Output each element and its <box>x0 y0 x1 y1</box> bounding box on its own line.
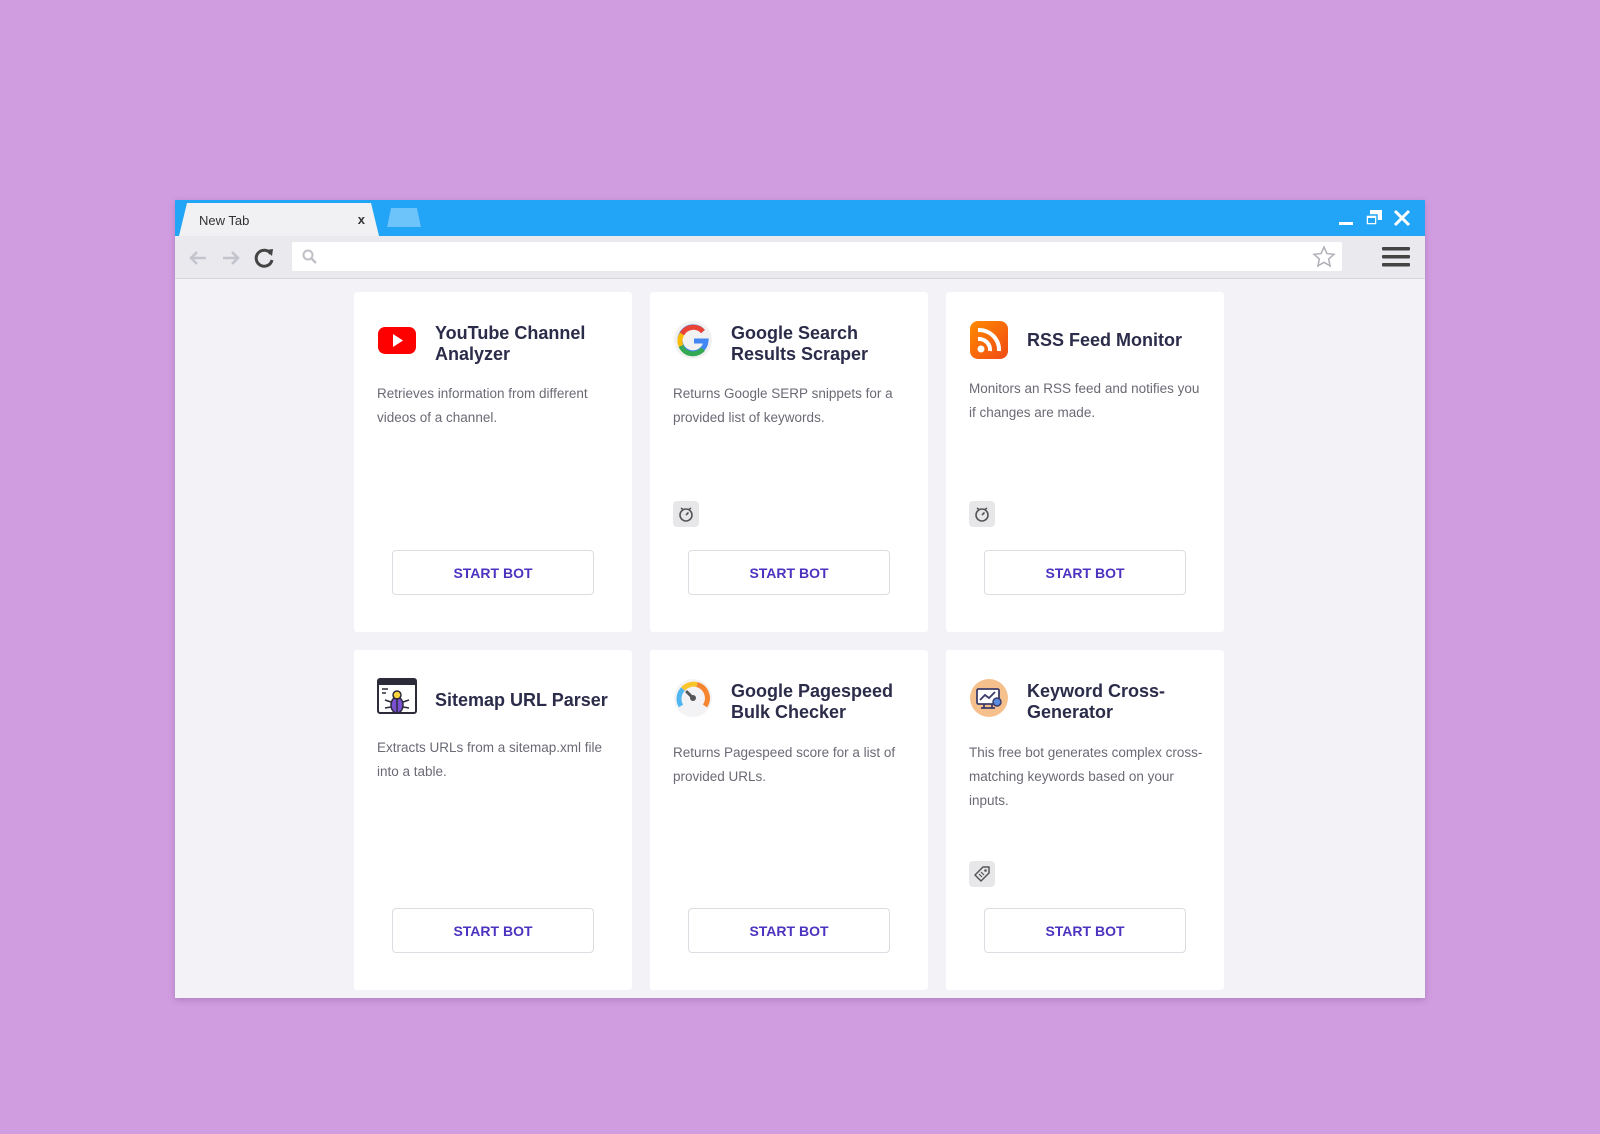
back-arrow-icon[interactable] <box>185 245 211 271</box>
bot-card-rss-feed-monitor: RSS Feed Monitor Monitors an RSS feed an… <box>946 292 1224 632</box>
bot-card-google-pagespeed-bulk-checker: Google Pagespeed Bulk Checker Returns Pa… <box>650 650 928 990</box>
star-icon[interactable] <box>1312 245 1336 269</box>
search-icon <box>302 249 317 264</box>
start-bot-button[interactable]: START BOT <box>392 550 594 595</box>
start-bot-button[interactable]: START BOT <box>688 908 890 953</box>
stopwatch-badge <box>969 501 995 527</box>
card-description: This free bot generates complex cross-ma… <box>969 745 1203 808</box>
maximize-icon[interactable] <box>1363 207 1385 229</box>
stopwatch-icon <box>975 507 989 522</box>
card-title: YouTube Channel Analyzer <box>435 323 586 364</box>
browser-toolbar <box>175 236 1425 279</box>
forward-arrow-icon[interactable] <box>218 245 244 271</box>
card-description: Extracts URLs from a sitemap.xml file in… <box>377 740 603 779</box>
bot-card-keyword-cross-generator: Keyword Cross-Generator This free bot ge… <box>946 650 1224 990</box>
tab-title: New Tab <box>199 213 250 228</box>
card-title: Sitemap URL Parser <box>435 690 608 710</box>
bot-card-sitemap-url-parser: Sitemap URL Parser Extracts URLs from a … <box>354 650 632 990</box>
keyword-generator-icon <box>970 679 1008 717</box>
tab-new-tab[interactable]: New Tab x <box>179 203 379 236</box>
browser-window: New Tab x YouTube Channel Analyzer Retri… <box>175 200 1425 998</box>
stopwatch-badge <box>673 501 699 527</box>
stopwatch-icon <box>679 507 693 522</box>
bot-card-google-search-results-scraper: Google Search Results Scraper Returns Go… <box>650 292 928 632</box>
card-title: Google Search Results Scraper <box>731 323 869 364</box>
card-description: Returns Pagespeed score for a list of pr… <box>673 745 896 784</box>
hamburger-menu-icon[interactable] <box>1381 244 1411 270</box>
bug-icon <box>377 678 417 714</box>
close-icon[interactable] <box>1391 207 1413 229</box>
tab-close-button[interactable]: x <box>358 212 365 227</box>
speedometer-icon <box>674 679 712 717</box>
card-title: RSS Feed Monitor <box>1027 330 1183 350</box>
card-description: Monitors an RSS feed and notifies you if… <box>969 381 1200 420</box>
start-bot-button[interactable]: START BOT <box>392 908 594 953</box>
card-description: Retrieves information from different vid… <box>377 386 588 425</box>
minimize-icon[interactable] <box>1335 207 1357 229</box>
address-input[interactable] <box>326 246 1310 268</box>
rss-icon <box>970 321 1008 359</box>
tag-badge <box>969 861 995 887</box>
card-title: Keyword Cross-Generator <box>1027 681 1166 722</box>
start-bot-button[interactable]: START BOT <box>984 908 1186 953</box>
new-tab-button[interactable] <box>387 208 421 227</box>
start-bot-button[interactable]: START BOT <box>984 550 1186 595</box>
google-icon <box>674 321 712 359</box>
card-description: Returns Google SERP snippets for a provi… <box>673 386 893 425</box>
reload-icon[interactable] <box>251 245 277 271</box>
tab-bar: New Tab x <box>175 200 1425 236</box>
address-bar[interactable] <box>292 242 1342 271</box>
bot-card-youtube-channel-analyzer: YouTube Channel Analyzer Retrieves infor… <box>354 292 632 632</box>
card-title: Google Pagespeed Bulk Checker <box>731 681 894 722</box>
youtube-icon <box>378 327 416 354</box>
start-bot-button[interactable]: START BOT <box>688 550 890 595</box>
tag-icon <box>974 866 990 882</box>
